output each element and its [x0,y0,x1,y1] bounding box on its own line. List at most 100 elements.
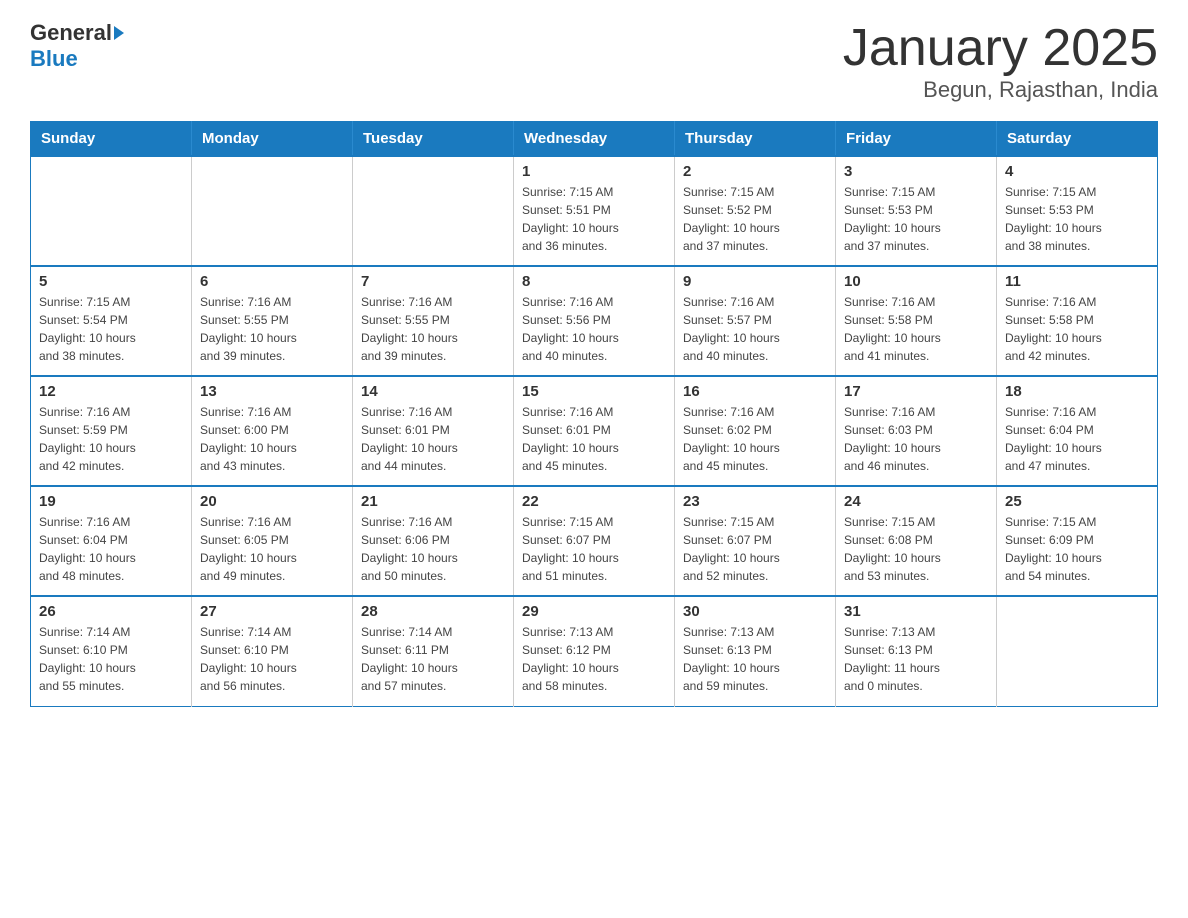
day-info: Sunrise: 7:16 AMSunset: 5:55 PMDaylight:… [361,293,505,365]
col-header-thursday: Thursday [675,122,836,157]
day-number: 18 [1005,383,1149,400]
day-number: 17 [844,383,988,400]
day-number: 25 [1005,493,1149,510]
logo: General Blue [30,20,126,72]
day-info: Sunrise: 7:15 AMSunset: 5:53 PMDaylight:… [1005,183,1149,255]
day-number: 3 [844,163,988,180]
day-number: 27 [200,603,344,620]
day-number: 1 [522,163,666,180]
day-info: Sunrise: 7:15 AMSunset: 5:53 PMDaylight:… [844,183,988,255]
calendar-cell [31,156,192,266]
calendar-cell [192,156,353,266]
calendar-cell: 12Sunrise: 7:16 AMSunset: 5:59 PMDayligh… [31,376,192,486]
day-info: Sunrise: 7:13 AMSunset: 6:12 PMDaylight:… [522,623,666,695]
page-header: General Blue January 2025 Begun, Rajasth… [30,20,1158,103]
day-info: Sunrise: 7:16 AMSunset: 5:56 PMDaylight:… [522,293,666,365]
day-info: Sunrise: 7:15 AMSunset: 5:54 PMDaylight:… [39,293,183,365]
logo-blue-text: Blue [30,46,78,72]
calendar-cell: 1 Sunrise: 7:15 AMSunset: 5:51 PMDaylight… [514,156,675,266]
calendar-cell: 16Sunrise: 7:16 AMSunset: 6:02 PMDayligh… [675,376,836,486]
day-info: Sunrise: 7:14 AMSunset: 6:11 PMDaylight:… [361,623,505,695]
calendar-cell: 27 Sunrise: 7:14 AMSunset: 6:10 PMDayligh… [192,596,353,706]
day-info: Sunrise: 7:16 AMSunset: 6:05 PMDaylight:… [200,513,344,585]
calendar-week-row: 19 Sunrise: 7:16 AMSunset: 6:04 PMDayligh… [31,486,1158,596]
calendar-cell: 5 Sunrise: 7:15 AMSunset: 5:54 PMDaylight… [31,266,192,376]
day-info: Sunrise: 7:16 AMSunset: 5:57 PMDaylight:… [683,293,827,365]
day-number: 24 [844,493,988,510]
day-number: 2 [683,163,827,180]
day-number: 26 [39,603,183,620]
calendar-cell: 23 Sunrise: 7:15 AMSunset: 6:07 PMDayligh… [675,486,836,596]
day-info: Sunrise: 7:13 AMSunset: 6:13 PMDaylight:… [683,623,827,695]
calendar-cell: 14 Sunrise: 7:16 AMSunset: 6:01 PMDayligh… [353,376,514,486]
col-header-wednesday: Wednesday [514,122,675,157]
day-number: 11 [1005,273,1149,290]
calendar-week-row: 12Sunrise: 7:16 AMSunset: 5:59 PMDayligh… [31,376,1158,486]
col-header-monday: Monday [192,122,353,157]
day-number: 30 [683,603,827,620]
day-info: Sunrise: 7:14 AMSunset: 6:10 PMDaylight:… [39,623,183,695]
calendar-cell: 2 Sunrise: 7:15 AMSunset: 5:52 PMDaylight… [675,156,836,266]
day-info: Sunrise: 7:16 AMSunset: 6:04 PMDaylight:… [1005,403,1149,475]
calendar-title: January 2025 [843,20,1158,77]
day-number: 4 [1005,163,1149,180]
calendar-week-row: 5 Sunrise: 7:15 AMSunset: 5:54 PMDaylight… [31,266,1158,376]
calendar-header-row: SundayMondayTuesdayWednesdayThursdayFrid… [31,122,1158,157]
calendar-cell: 31 Sunrise: 7:13 AMSunset: 6:13 PMDayligh… [836,596,997,706]
day-number: 19 [39,493,183,510]
day-number: 29 [522,603,666,620]
day-info: Sunrise: 7:16 AMSunset: 5:58 PMDaylight:… [1005,293,1149,365]
day-number: 15 [522,383,666,400]
day-info: Sunrise: 7:13 AMSunset: 6:13 PMDaylight:… [844,623,988,695]
calendar-cell: 8 Sunrise: 7:16 AMSunset: 5:56 PMDaylight… [514,266,675,376]
day-info: Sunrise: 7:15 AMSunset: 6:09 PMDaylight:… [1005,513,1149,585]
day-number: 9 [683,273,827,290]
day-number: 31 [844,603,988,620]
day-number: 28 [361,603,505,620]
day-number: 12 [39,383,183,400]
title-block: January 2025 Begun, Rajasthan, India [843,20,1158,103]
col-header-tuesday: Tuesday [353,122,514,157]
day-number: 14 [361,383,505,400]
day-number: 8 [522,273,666,290]
day-number: 7 [361,273,505,290]
calendar-cell: 3 Sunrise: 7:15 AMSunset: 5:53 PMDaylight… [836,156,997,266]
day-info: Sunrise: 7:15 AMSunset: 6:07 PMDaylight:… [683,513,827,585]
day-info: Sunrise: 7:16 AMSunset: 6:01 PMDaylight:… [522,403,666,475]
calendar-week-row: 26 Sunrise: 7:14 AMSunset: 6:10 PMDayligh… [31,596,1158,706]
day-number: 21 [361,493,505,510]
day-info: Sunrise: 7:15 AMSunset: 5:52 PMDaylight:… [683,183,827,255]
day-info: Sunrise: 7:15 AMSunset: 5:51 PMDaylight:… [522,183,666,255]
day-info: Sunrise: 7:15 AMSunset: 6:07 PMDaylight:… [522,513,666,585]
day-info: Sunrise: 7:14 AMSunset: 6:10 PMDaylight:… [200,623,344,695]
calendar-cell: 28 Sunrise: 7:14 AMSunset: 6:11 PMDayligh… [353,596,514,706]
calendar-cell: 6Sunrise: 7:16 AMSunset: 5:55 PMDaylight… [192,266,353,376]
calendar-table: SundayMondayTuesdayWednesdayThursdayFrid… [30,121,1158,707]
day-number: 13 [200,383,344,400]
day-number: 20 [200,493,344,510]
day-info: Sunrise: 7:16 AMSunset: 6:01 PMDaylight:… [361,403,505,475]
calendar-week-row: 1 Sunrise: 7:15 AMSunset: 5:51 PMDaylight… [31,156,1158,266]
day-number: 5 [39,273,183,290]
col-header-friday: Friday [836,122,997,157]
calendar-cell: 30 Sunrise: 7:13 AMSunset: 6:13 PMDayligh… [675,596,836,706]
calendar-cell: 25 Sunrise: 7:15 AMSunset: 6:09 PMDayligh… [997,486,1158,596]
calendar-cell: 17 Sunrise: 7:16 AMSunset: 6:03 PMDayligh… [836,376,997,486]
calendar-cell: 15 Sunrise: 7:16 AMSunset: 6:01 PMDayligh… [514,376,675,486]
calendar-cell: 29 Sunrise: 7:13 AMSunset: 6:12 PMDayligh… [514,596,675,706]
calendar-cell: 19 Sunrise: 7:16 AMSunset: 6:04 PMDayligh… [31,486,192,596]
day-info: Sunrise: 7:16 AMSunset: 6:04 PMDaylight:… [39,513,183,585]
calendar-cell: 7 Sunrise: 7:16 AMSunset: 5:55 PMDaylight… [353,266,514,376]
calendar-cell: 22Sunrise: 7:15 AMSunset: 6:07 PMDayligh… [514,486,675,596]
day-info: Sunrise: 7:16 AMSunset: 6:02 PMDaylight:… [683,403,827,475]
calendar-cell: 9 Sunrise: 7:16 AMSunset: 5:57 PMDaylight… [675,266,836,376]
calendar-cell: 11 Sunrise: 7:16 AMSunset: 5:58 PMDayligh… [997,266,1158,376]
day-info: Sunrise: 7:16 AMSunset: 6:03 PMDaylight:… [844,403,988,475]
calendar-cell: 20 Sunrise: 7:16 AMSunset: 6:05 PMDayligh… [192,486,353,596]
calendar-cell: 13Sunrise: 7:16 AMSunset: 6:00 PMDayligh… [192,376,353,486]
logo-arrow-icon [114,26,124,40]
day-number: 23 [683,493,827,510]
logo-general-text: General [30,20,112,46]
calendar-cell [353,156,514,266]
calendar-cell: 4 Sunrise: 7:15 AMSunset: 5:53 PMDaylight… [997,156,1158,266]
